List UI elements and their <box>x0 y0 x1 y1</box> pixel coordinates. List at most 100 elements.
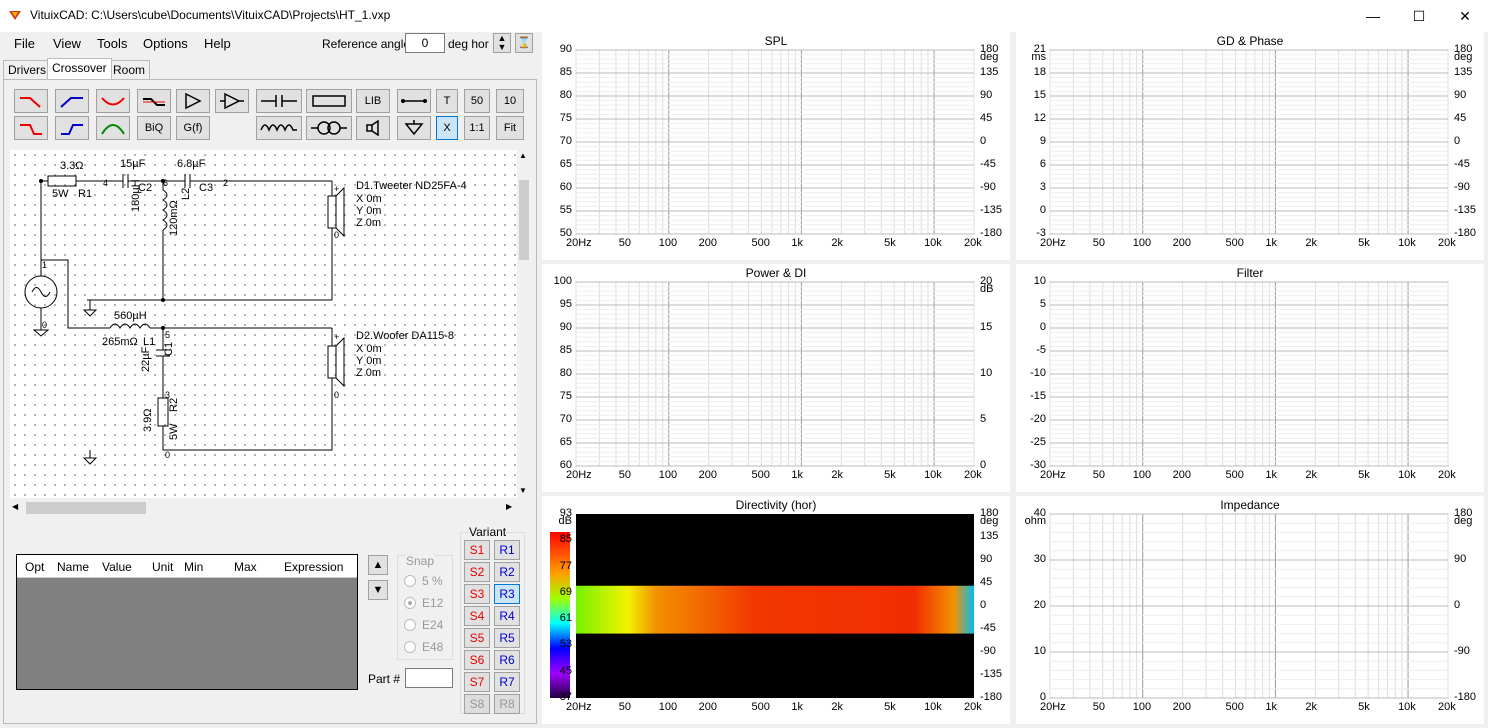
x-tick-label: 10k <box>924 237 942 249</box>
c2-value[interactable]: 15µF <box>120 158 145 170</box>
column-header[interactable]: Value <box>102 560 132 574</box>
variant-r6-button[interactable]: R6 <box>494 650 520 670</box>
angle-spinner-icon[interactable]: ▲ ▼ <box>493 33 511 53</box>
part-number-input[interactable] <box>405 668 453 688</box>
lowpass-1-button[interactable] <box>14 89 48 113</box>
library-button[interactable]: LIB <box>356 89 390 113</box>
zoom-50-button[interactable]: 50 <box>464 89 490 113</box>
r1-value[interactable]: 3.3Ω <box>60 160 84 172</box>
snap-option-e12[interactable]: E12 <box>404 596 443 610</box>
column-header[interactable]: Max <box>234 560 257 574</box>
schematic-canvas[interactable]: 3.3Ω 5W R1 15µF C2 6.8µF C3 180µH 120mΩ … <box>10 150 517 498</box>
variant-r8-button[interactable]: R8 <box>494 694 520 714</box>
directivity-chart[interactable]: Directivity (hor) 93 dB 85 77 69 61 53 45 37 180 de… <box>542 496 1010 724</box>
zoom-10-button[interactable]: 10 <box>496 89 524 113</box>
menu-file[interactable]: File <box>14 36 35 51</box>
spl-chart[interactable]: SPL 90 85 80 75 70 65 60 55 50 180 deg 135 90 45 0 -45 -9… <box>542 32 1010 260</box>
variant-r2-button[interactable]: R2 <box>494 562 520 582</box>
bandstop-button[interactable] <box>96 89 130 113</box>
highpass-2-button[interactable] <box>55 116 89 140</box>
column-header[interactable]: Min <box>184 560 203 574</box>
impedance-chart[interactable]: Impedance 40 ohm 30 20 10 0 180 deg 90 0 -90 -180 20H… <box>1016 496 1484 724</box>
filter-chart[interactable]: Filter 10 5 0 -5 -10 -15 -20 -25 -30 20Hz 50 100 200 5… <box>1016 264 1484 492</box>
zoom-fit-button[interactable]: Fit <box>496 116 524 140</box>
scroll-left-icon[interactable]: ◀ <box>12 502 18 511</box>
variant-s8-button[interactable]: S8 <box>464 694 490 714</box>
power-di-chart[interactable]: Power & DI 100 95 90 85 80 75 70 65 60 20 dB 15 10 5 0 2… <box>542 264 1010 492</box>
minimize-button[interactable]: — <box>1350 0 1396 32</box>
scroll-up-icon[interactable]: ▲ <box>519 151 527 160</box>
scroll-right-icon[interactable]: ▶ <box>506 502 512 511</box>
c1-value[interactable]: 22µF <box>140 347 152 372</box>
y2-tick-label: 15 <box>980 321 993 333</box>
resistor-button[interactable] <box>306 89 352 113</box>
scroll-thumb[interactable] <box>26 502 146 514</box>
shelf-button[interactable] <box>137 89 171 113</box>
variant-r5-button[interactable]: R5 <box>494 628 520 648</box>
variant-r3-button[interactable]: R3 <box>494 584 520 604</box>
d2-name[interactable]: D2.Woofer DA115-8 <box>356 330 454 342</box>
bandpass-button[interactable] <box>96 116 130 140</box>
d2-z: Z 0m <box>356 367 382 379</box>
schematic-wires <box>24 174 345 465</box>
maximize-button[interactable]: ☐ <box>1396 0 1442 32</box>
variant-s1-button[interactable]: S1 <box>464 540 490 560</box>
x-button[interactable]: X <box>436 116 458 140</box>
menu-options[interactable]: Options <box>143 36 188 51</box>
menu-help[interactable]: Help <box>204 36 231 51</box>
schematic-horizontal-scrollbar[interactable]: ◀ ▶ <box>10 498 517 518</box>
column-header[interactable]: Unit <box>152 560 173 574</box>
zoom-1-1-button[interactable]: 1:1 <box>464 116 490 140</box>
snap-option-5pct[interactable]: 5 % <box>404 574 443 588</box>
menu-tools[interactable]: Tools <box>97 36 127 51</box>
menu-view[interactable]: View <box>53 36 81 51</box>
tab-room[interactable]: Room <box>108 60 151 79</box>
move-up-button[interactable]: ▲ <box>368 555 388 575</box>
lowpass-2-button[interactable] <box>14 116 48 140</box>
variant-s6-button[interactable]: S6 <box>464 650 490 670</box>
tab-drivers[interactable]: Drivers <box>3 60 51 79</box>
variant-s7-button[interactable]: S7 <box>464 672 490 692</box>
l1-value[interactable]: 560µH <box>114 310 147 322</box>
opamp-button[interactable] <box>215 89 249 113</box>
buffer-button[interactable] <box>176 89 210 113</box>
gf-button[interactable]: G(f) <box>176 116 210 140</box>
angle-sweep-icon[interactable]: ⌛ <box>515 33 533 53</box>
column-header[interactable]: Name <box>57 560 89 574</box>
r2-value[interactable]: 3.9Ω <box>142 408 154 432</box>
capacitor-button[interactable] <box>256 89 302 113</box>
d1-name[interactable]: D1.Tweeter ND25FA-4 <box>356 180 467 192</box>
column-header[interactable]: Opt <box>25 560 44 574</box>
c3-value[interactable]: 6.8µF <box>177 158 205 170</box>
optimizer-grid[interactable]: Opt Name Value Unit Min Max Expression <box>16 554 358 690</box>
snap-option-e24[interactable]: E24 <box>404 618 443 632</box>
speaker-button[interactable] <box>356 116 390 140</box>
gd-phase-chart[interactable]: GD & Phase 21 ms 18 15 12 9 6 3 0 -3 180 deg 135 90 45 0… <box>1016 32 1484 260</box>
x-tick-label: 1k <box>1265 701 1278 713</box>
reference-angle-unit: deg hor <box>448 37 489 51</box>
variant-r7-button[interactable]: R7 <box>494 672 520 692</box>
column-header[interactable]: Expression <box>284 560 343 574</box>
variant-s2-button[interactable]: S2 <box>464 562 490 582</box>
move-down-button[interactable]: ▼ <box>368 580 388 600</box>
ground-button[interactable] <box>397 116 431 140</box>
variant-s4-button[interactable]: S4 <box>464 606 490 626</box>
l2-value[interactable]: 180µH <box>130 179 142 212</box>
inductor-button[interactable] <box>256 116 302 140</box>
text-button[interactable]: T <box>436 89 458 113</box>
highpass-1-button[interactable] <box>55 89 89 113</box>
scroll-thumb[interactable] <box>519 180 529 260</box>
biquad-button[interactable]: BiQ <box>137 116 171 140</box>
scroll-down-icon[interactable]: ▼ <box>519 486 527 495</box>
schematic-vertical-scrollbar[interactable]: ▲ ▼ <box>517 150 531 498</box>
variant-r4-button[interactable]: R4 <box>494 606 520 626</box>
snap-option-e48[interactable]: E48 <box>404 640 443 654</box>
close-button[interactable]: ✕ <box>1442 0 1488 32</box>
variant-r1-button[interactable]: R1 <box>494 540 520 560</box>
wire-button[interactable] <box>397 89 431 113</box>
variant-s5-button[interactable]: S5 <box>464 628 490 648</box>
transformer-button[interactable] <box>306 116 352 140</box>
reference-angle-input[interactable] <box>405 33 445 53</box>
tab-crossover[interactable]: Crossover <box>47 58 112 79</box>
variant-s3-button[interactable]: S3 <box>464 584 490 604</box>
